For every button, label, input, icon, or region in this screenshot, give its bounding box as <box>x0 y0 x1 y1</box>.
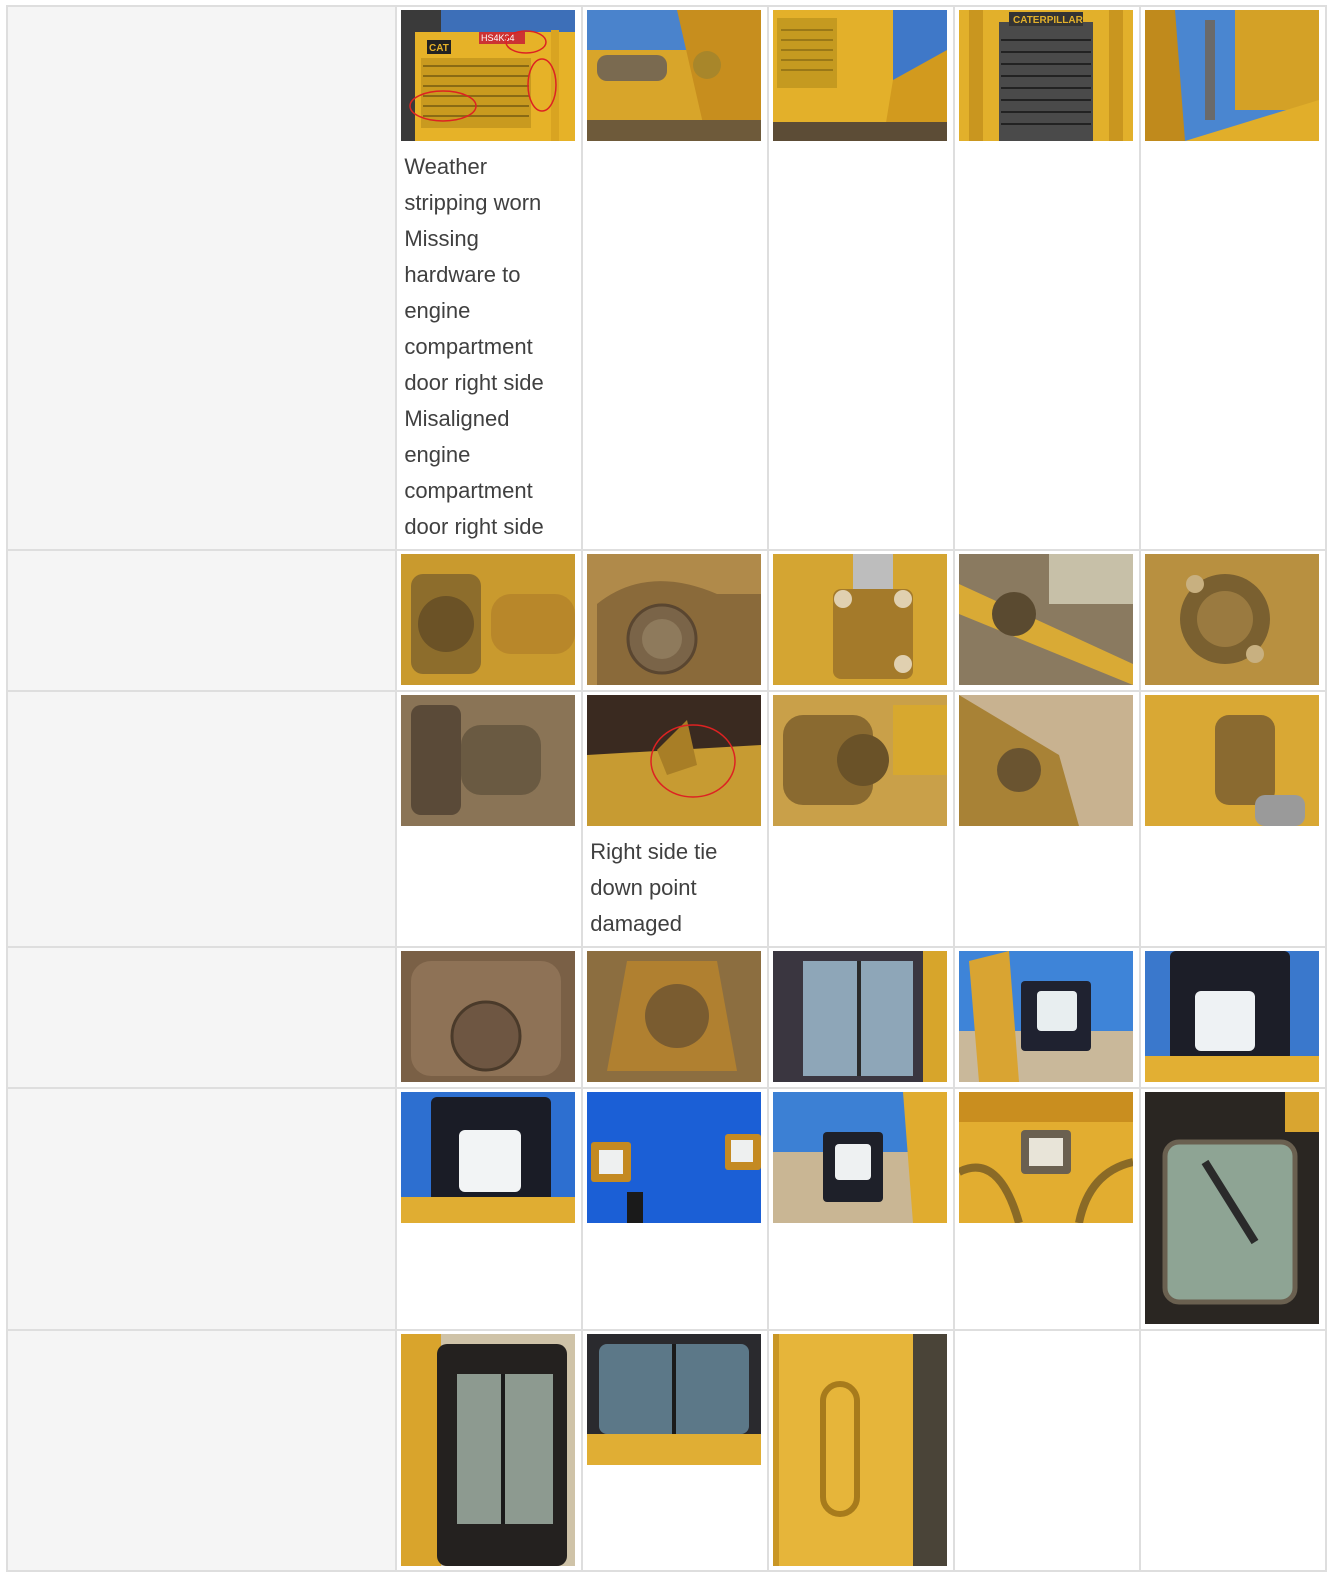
table-row <box>5 1329 1327 1572</box>
photo-cell <box>581 1087 770 1331</box>
work-light-front-photo[interactable] <box>1145 951 1319 1082</box>
pin-cap-photo[interactable] <box>401 951 576 1082</box>
photo-cell <box>395 1329 584 1572</box>
photo-cell <box>953 946 1141 1089</box>
photo-cell: CAT HS4K34 Weather stripping worn Missin… <box>395 5 584 551</box>
rear-light-photo[interactable] <box>959 1092 1134 1223</box>
photo-cell <box>767 690 956 948</box>
side-panel-photo[interactable] <box>773 10 948 141</box>
rod-end-photo[interactable] <box>587 951 762 1082</box>
inspection-photo-table: CAT HS4K34 Weather stripping worn Missin… <box>5 5 1327 1572</box>
photo-cell <box>581 1329 770 1572</box>
grab-handle-photo[interactable] <box>773 1334 948 1566</box>
cab-door-window-photo[interactable] <box>1145 1092 1319 1324</box>
photo-cell <box>581 549 770 692</box>
photo-cell <box>767 1087 956 1331</box>
cylinder-mount-photo[interactable] <box>587 10 762 141</box>
inspection-note: Weather stripping worn Missing hardware … <box>404 154 544 539</box>
lift-arm-photo[interactable] <box>1145 10 1319 141</box>
table-row <box>5 549 1327 692</box>
trunnion-cap-photo[interactable] <box>1145 554 1319 685</box>
table-row: Right side tie down point damaged <box>5 690 1327 948</box>
photo-cell <box>767 1329 956 1572</box>
photo-cell <box>1139 1087 1327 1331</box>
radiator-grille-photo[interactable]: CATERPILLAR <box>959 10 1134 141</box>
row-label-cell <box>5 5 398 551</box>
table-row: CAT HS4K34 Weather stripping worn Missin… <box>5 5 1327 551</box>
photo-cell <box>581 946 770 1089</box>
pivot-pin-photo[interactable] <box>587 554 762 685</box>
pin-joint-photo[interactable] <box>401 554 576 685</box>
row-label-cell <box>5 690 398 948</box>
photo-cell <box>395 1087 584 1331</box>
cylinder-clevis-photo[interactable] <box>1145 695 1319 826</box>
cab-window-photo[interactable] <box>773 951 948 1082</box>
photo-cell <box>953 690 1141 948</box>
tie-down-point-photo[interactable] <box>587 695 762 826</box>
push-arm-photo[interactable] <box>959 695 1134 826</box>
photo-cell <box>767 549 956 692</box>
photo-cell <box>581 5 770 551</box>
photo-cell <box>395 690 584 948</box>
caterpillar-brand-text: CATERPILLAR <box>1013 15 1084 26</box>
photo-cell: Right side tie down point damaged <box>581 690 770 948</box>
cat-logo-text: CAT <box>429 43 449 54</box>
inspection-note: Right side tie down point damaged <box>590 839 718 936</box>
trunnion-photo[interactable] <box>401 695 576 826</box>
photo-cell <box>953 549 1141 692</box>
table-row <box>5 946 1327 1089</box>
cylinder-end-photo[interactable] <box>773 695 948 826</box>
photo-cell: CATERPILLAR <box>953 5 1141 551</box>
photo-cell <box>1139 946 1327 1089</box>
empty-cell <box>953 1329 1141 1572</box>
linkage-photo[interactable] <box>959 554 1134 685</box>
work-lights-sky-photo[interactable] <box>587 1092 762 1223</box>
work-light-yard-photo[interactable] <box>773 1092 948 1223</box>
photo-cell <box>767 5 956 551</box>
work-light-closeup-photo[interactable] <box>401 1092 576 1223</box>
cab-rear-window-photo[interactable] <box>587 1334 762 1465</box>
bolted-clamp-photo[interactable] <box>773 554 948 685</box>
photo-cell <box>1139 5 1327 551</box>
work-light-photo[interactable] <box>959 951 1134 1082</box>
empty-cell <box>1139 1329 1327 1572</box>
engine-compartment-photo[interactable]: CAT HS4K34 <box>401 10 576 141</box>
serial-badge-text: HS4K34 <box>481 33 515 43</box>
row-label-cell <box>5 1329 398 1572</box>
photo-cell <box>395 946 584 1089</box>
photo-cell <box>395 549 584 692</box>
photo-cell <box>1139 690 1327 948</box>
photo-cell <box>767 946 956 1089</box>
row-label-cell <box>5 946 398 1089</box>
photo-cell <box>953 1087 1141 1331</box>
table-row <box>5 1087 1327 1331</box>
row-label-cell <box>5 1087 398 1331</box>
row-label-cell <box>5 549 398 692</box>
photo-cell <box>1139 549 1327 692</box>
cab-door-photo[interactable] <box>401 1334 576 1566</box>
